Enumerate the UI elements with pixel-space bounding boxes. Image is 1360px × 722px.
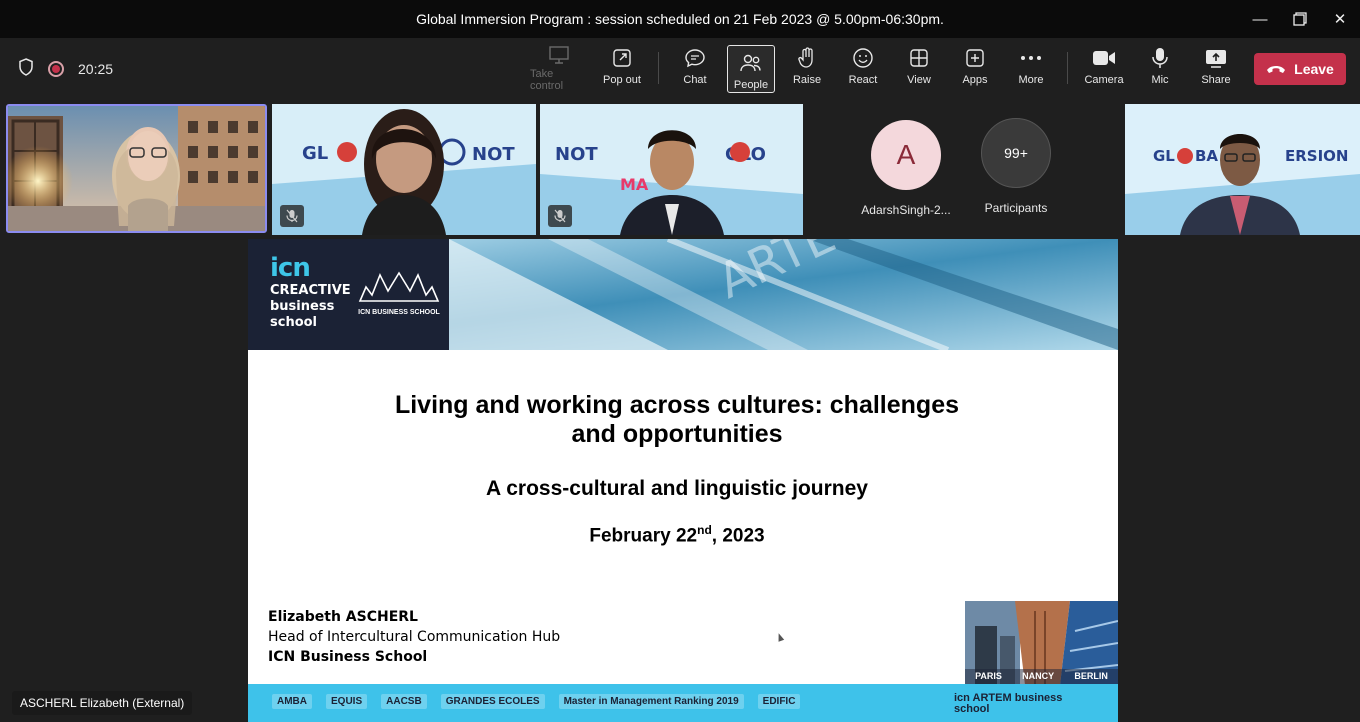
react-button[interactable]: React (841, 46, 885, 92)
muted-mic-icon (280, 205, 304, 227)
video-tile-participant-5[interactable]: GL BA ERSION (1125, 104, 1360, 235)
microphone-icon (1151, 46, 1169, 70)
add-app-icon (965, 46, 985, 70)
participant-video: NOT GLO MA (540, 104, 803, 235)
campus-city-labels: PARIS NANCY BERLIN (975, 671, 1108, 681)
meeting-timer: 20:25 (78, 60, 114, 77)
icn-logo: icn (270, 253, 311, 283)
participants-label: Participants (984, 201, 1048, 215)
campus-photos: PARIS NANCY BERLIN (965, 601, 1118, 685)
smiley-icon (852, 46, 874, 70)
video-tile-speaker[interactable] (6, 104, 267, 233)
people-button[interactable]: People (727, 45, 775, 93)
muted-mic-icon (548, 205, 572, 227)
crown-logo-icon (358, 271, 440, 302)
svg-text:ERSION: ERSION (1285, 147, 1349, 165)
svg-text:GL: GL (1153, 147, 1175, 165)
amba-logo: AMBA (272, 694, 312, 709)
more-button[interactable]: More (1009, 46, 1053, 92)
camera-icon (1092, 46, 1116, 70)
ellipsis-icon (1020, 46, 1042, 70)
presenter-organization: ICN Business School (268, 649, 428, 665)
window-title: Global Immersion Program : session sched… (416, 11, 944, 27)
avatar: A (871, 120, 941, 190)
shared-presentation-slide: ARTE icn CREACTIVE business school ICN B… (248, 239, 1118, 722)
speaker-name-tag: ASCHERL Elizabeth (External) (12, 691, 193, 715)
equis-logo: EQUIS (326, 694, 368, 709)
meeting-status: 20:25 (18, 58, 113, 79)
share-screen-icon (1205, 46, 1227, 70)
slide-date: February 22nd, 2023 (589, 523, 765, 547)
chat-button[interactable]: Chat (673, 46, 717, 92)
minimize-icon[interactable]: — (1240, 0, 1280, 38)
presenter-name: Elizabeth ASCHERL (268, 609, 418, 625)
participant-video: GL BA ERSION (1125, 104, 1360, 235)
chat-icon (684, 46, 706, 70)
participant-count-badge: 99+ (981, 118, 1051, 188)
slide-banner: ARTE icn CREACTIVE business school ICN B… (248, 239, 1118, 353)
video-tile-participant-3[interactable]: NOT GLO MA (540, 104, 803, 235)
slide-subtitle: A cross-cultural and linguistic journey (486, 477, 868, 500)
recording-icon (48, 60, 64, 77)
icn-logo-block: icn CREACTIVE business school ICN BUSINE… (248, 239, 449, 350)
hang-up-icon (1266, 61, 1286, 77)
pop-out-icon (612, 46, 632, 70)
slide-footer: AMBA EQUIS AACSB GRANDES ECOLES Master i… (248, 684, 1118, 722)
mic-button[interactable]: Mic (1138, 46, 1182, 92)
participants-overflow-tile[interactable]: 99+ Participants (970, 104, 1062, 215)
window-controls: — ✕ (1240, 0, 1360, 38)
svg-text:NOT: NOT (472, 144, 515, 165)
people-icon (739, 51, 763, 75)
view-button[interactable]: View (897, 46, 941, 92)
accreditation-logos: AMBA EQUIS AACSB GRANDES ECOLES Master i… (272, 694, 801, 709)
participant-video: GL NOT (272, 104, 536, 235)
edific-logo: EDIFIC (757, 694, 801, 709)
restore-icon[interactable] (1280, 0, 1320, 38)
grid-view-icon (909, 46, 929, 70)
svg-text:NOT: NOT (555, 144, 598, 165)
icn-badge-text: ICN BUSINESS SCHOOL (358, 309, 440, 316)
close-icon[interactable]: ✕ (1320, 0, 1360, 38)
participant-name: AdarshSingh-2... (861, 203, 951, 217)
toolbar-divider (1067, 52, 1068, 84)
participant-avatar-tile[interactable]: A AdarshSingh-2... (858, 104, 954, 217)
pop-out-button[interactable]: Pop out (598, 46, 646, 92)
shield-icon (18, 58, 34, 79)
presenter-role: Head of Intercultural Communication Hub (268, 629, 561, 645)
video-tile-participant-2[interactable]: GL NOT (272, 104, 536, 235)
take-control-button[interactable]: Take control (530, 46, 588, 92)
toolbar-divider (658, 52, 659, 84)
camera-button[interactable]: Camera (1082, 46, 1126, 92)
aacsb-logo: AACSB (381, 694, 427, 709)
speaker-video (8, 106, 265, 231)
slide-title: Living and working across cultures: chal… (394, 391, 960, 448)
grandes-ecoles-logo: GRANDES ECOLES (440, 694, 545, 709)
leave-button[interactable]: Leave (1254, 53, 1346, 85)
svg-text:GL: GL (302, 143, 328, 164)
share-button[interactable]: Share (1194, 46, 1238, 92)
meeting-toolbar: 20:25 Take control Pop out Chat People R… (0, 38, 1360, 100)
svg-text:MA: MA (620, 175, 649, 194)
svg-text:BA: BA (1195, 147, 1218, 165)
presenter-info: Elizabeth ASCHERL Head of Intercultural … (268, 607, 560, 667)
raise-hand-button[interactable]: Raise (785, 46, 829, 92)
icn-artem-logo: icn ARTEM business school (954, 692, 1063, 715)
mim-ranking-logo: Master in Management Ranking 2019 (558, 694, 744, 709)
window-titlebar: Global Immersion Program : session sched… (0, 0, 1360, 38)
raise-hand-icon (797, 46, 817, 70)
screen-control-icon (549, 46, 569, 64)
apps-button[interactable]: Apps (953, 46, 997, 92)
